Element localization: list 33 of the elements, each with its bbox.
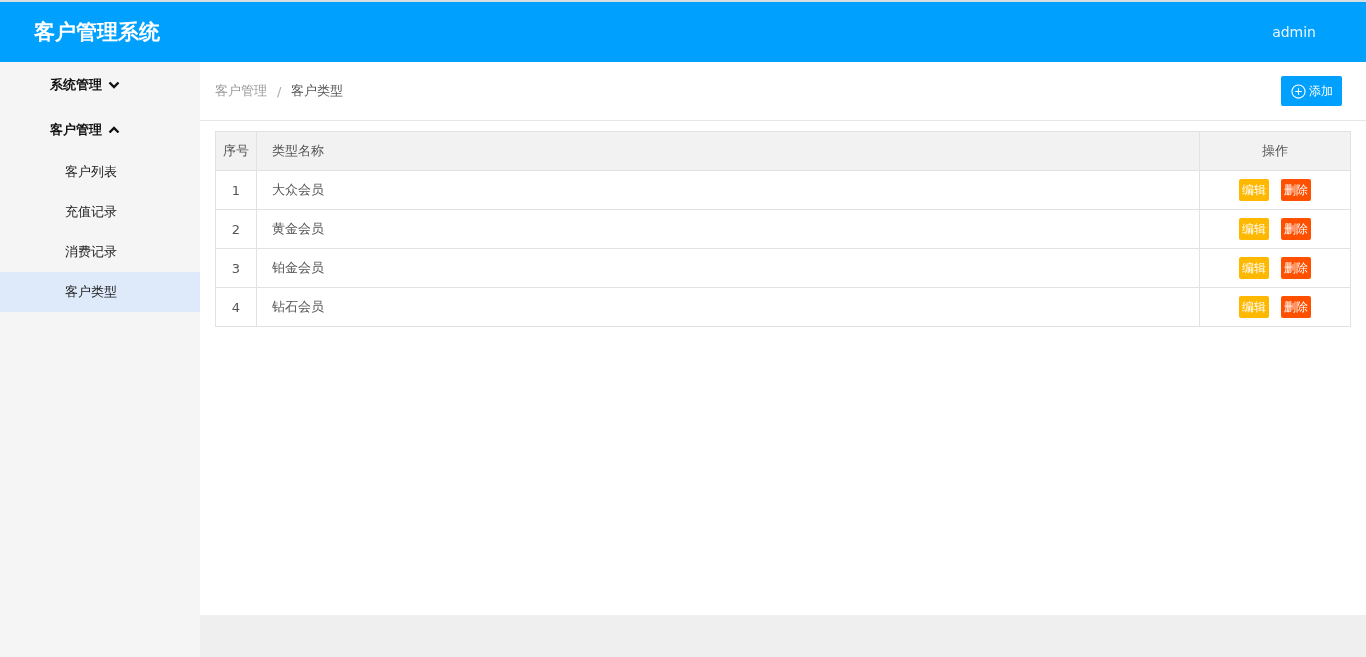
sidebar-item[interactable]: 客户类型 <box>0 272 200 312</box>
sidebar-group[interactable]: 系统管理 <box>0 62 200 107</box>
sidebar-group[interactable]: 客户管理 <box>0 107 200 152</box>
table-cell: 2 <box>215 209 257 249</box>
table-cell: 3 <box>215 248 257 288</box>
sidebar-item[interactable]: 客户列表 <box>0 152 200 192</box>
column-header: 类型名称 <box>256 131 1200 171</box>
chevron-icon <box>108 125 120 134</box>
table-cell: 钻石会员 <box>256 287 1200 327</box>
breadcrumb-separator: / <box>277 83 282 99</box>
breadcrumb-link[interactable]: 客户管理 <box>215 82 267 100</box>
chevron-icon <box>108 80 120 89</box>
delete-button[interactable]: 删除 <box>1281 179 1311 201</box>
table-cell: 黄金会员 <box>256 209 1200 249</box>
delete-button[interactable]: 删除 <box>1281 296 1311 318</box>
column-header: 序号 <box>215 131 257 171</box>
edit-button[interactable]: 编辑 <box>1239 296 1269 318</box>
app-title: 客户管理系统 <box>34 19 160 46</box>
edit-button[interactable]: 编辑 <box>1239 257 1269 279</box>
plus-circle-icon <box>1291 83 1306 99</box>
table-cell: 1 <box>215 170 257 210</box>
table-cell: 大众会员 <box>256 170 1200 210</box>
user-name[interactable]: admin <box>1272 24 1316 40</box>
sidebar-item[interactable]: 充值记录 <box>0 192 200 232</box>
column-header: 操作 <box>1199 131 1351 171</box>
delete-button[interactable]: 删除 <box>1281 257 1311 279</box>
table-cell: 4 <box>215 287 257 327</box>
edit-button[interactable]: 编辑 <box>1239 179 1269 201</box>
delete-button[interactable]: 删除 <box>1281 218 1311 240</box>
table-cell: 铂金会员 <box>256 248 1200 288</box>
sidebar-item[interactable]: 消费记录 <box>0 232 200 272</box>
add-button[interactable]: 添加 <box>1281 76 1342 106</box>
edit-button[interactable]: 编辑 <box>1239 218 1269 240</box>
